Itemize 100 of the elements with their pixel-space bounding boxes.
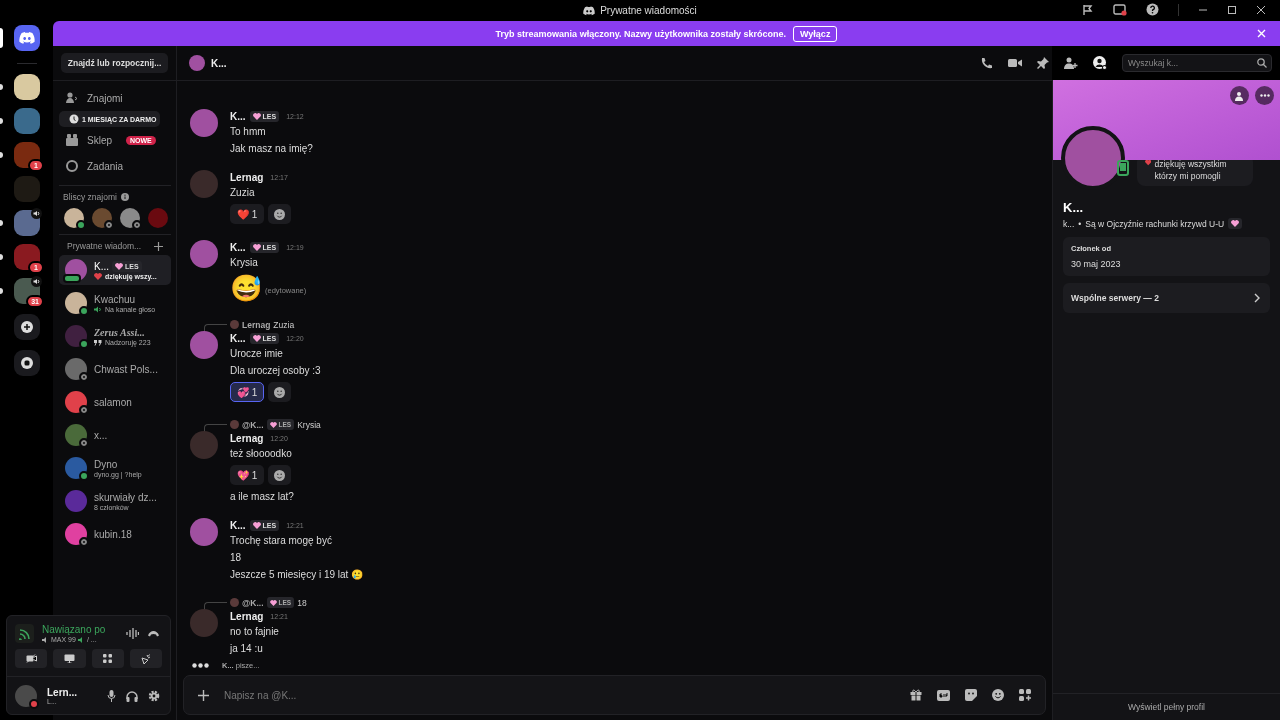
emoji-icon[interactable] <box>992 689 1004 701</box>
maximize-icon[interactable] <box>1227 4 1237 15</box>
message-author[interactable]: Lernag <box>230 432 264 444</box>
reply-author[interactable]: @K... <box>242 419 264 430</box>
shop-icon <box>65 133 79 147</box>
more-button[interactable] <box>1255 86 1274 105</box>
nav-item[interactable]: Znajomi <box>59 85 171 111</box>
add-reaction-button[interactable] <box>268 204 292 224</box>
message-author[interactable]: K... <box>230 110 246 122</box>
friend-avatar[interactable] <box>92 208 112 228</box>
user-avatar[interactable] <box>15 685 37 707</box>
message-text: Jak masz na imię? <box>230 142 313 156</box>
user-avatar[interactable] <box>190 240 218 268</box>
add-friend-icon <box>1234 90 1245 101</box>
help-icon[interactable] <box>1146 3 1159 16</box>
gift-icon[interactable] <box>910 689 922 701</box>
heart-icon <box>269 421 277 428</box>
nav-item[interactable]: Zadania <box>59 153 171 179</box>
gif-icon[interactable] <box>937 689 950 701</box>
message-input-box[interactable]: Napisz na @K... <box>183 675 1046 715</box>
compass-icon <box>20 357 33 369</box>
add-reaction-button[interactable] <box>268 382 292 402</box>
dm-item[interactable]: Chwast Pols... <box>59 354 171 384</box>
reaction-button[interactable]: 💖 1 <box>230 465 265 485</box>
plus-icon[interactable] <box>154 241 163 251</box>
settings-icon[interactable] <box>148 690 160 702</box>
microphone-icon[interactable] <box>107 690 116 702</box>
message-text: Trochę stara mogę być <box>230 534 333 548</box>
heart-icon <box>252 243 261 251</box>
discover-button[interactable] <box>13 350 40 376</box>
find-conversation-button[interactable]: Znajdź lub rozpocznij... <box>60 53 169 73</box>
heart-icon <box>115 262 123 270</box>
pin-icon[interactable] <box>1037 57 1049 69</box>
close-icon[interactable] <box>1256 4 1266 15</box>
message-input[interactable]: Napisz na @K... <box>224 687 895 703</box>
add-reaction-button[interactable] <box>268 465 292 485</box>
search-icon <box>1257 58 1267 68</box>
headphones-icon[interactable] <box>126 690 138 702</box>
disable-button[interactable]: Wyłącz <box>793 25 838 42</box>
reply-author[interactable]: @K... <box>242 597 264 608</box>
screen-share-button[interactable] <box>53 649 86 668</box>
message-author[interactable]: K... <box>230 332 246 344</box>
user-avatar[interactable] <box>190 331 218 359</box>
message-author[interactable]: Lernag <box>230 171 264 183</box>
reaction-button[interactable]: 💞 1 <box>230 382 265 402</box>
reply-avatar <box>230 420 239 429</box>
soundwave-icon[interactable] <box>126 628 139 639</box>
add-friend-icon[interactable] <box>1064 57 1078 69</box>
video-icon[interactable] <box>1008 58 1022 68</box>
friend-avatar[interactable] <box>120 208 140 228</box>
profile-username: k... <box>1063 218 1075 229</box>
dm-name: salamon <box>94 396 132 408</box>
emoji-icon <box>274 208 286 220</box>
discord-logo-icon <box>583 5 596 16</box>
profile-icon[interactable] <box>1093 56 1107 70</box>
speaker-icon <box>77 636 85 643</box>
mutual-servers-button[interactable]: Wspólne serwery — 2 <box>1063 283 1270 313</box>
more-icon <box>1259 94 1270 97</box>
section-heading: Bliscy znajomi <box>63 192 117 202</box>
message-author[interactable]: K... <box>230 519 246 531</box>
search-field[interactable]: Wyszukaj k... <box>1122 54 1272 72</box>
flag-icon[interactable] <box>1082 3 1094 16</box>
reaction-button[interactable]: ❤ 1 <box>230 204 265 224</box>
dm-item[interactable]: salamon <box>59 387 171 417</box>
dm-name: Chwast Pols... <box>94 363 158 375</box>
friend-avatar[interactable] <box>64 208 84 228</box>
clock-icon <box>69 114 79 124</box>
quote-icon <box>94 338 102 346</box>
user-avatar[interactable] <box>190 518 218 546</box>
sticker-icon[interactable] <box>965 689 977 701</box>
message-author[interactable]: Lernag <box>230 610 264 622</box>
camera-button[interactable] <box>15 649 48 668</box>
message-text: Krysia <box>230 256 259 270</box>
profile-name: K... <box>1063 200 1085 215</box>
nav-label: Sklep <box>87 134 112 146</box>
activities-button[interactable] <box>91 649 124 668</box>
soundboard-button[interactable] <box>129 649 162 668</box>
view-full-profile-link[interactable]: Wyświetl pełny profil <box>1128 702 1205 712</box>
user-avatar[interactable] <box>190 109 218 137</box>
dm-name: x... <box>94 429 108 441</box>
server-icon[interactable] <box>13 74 40 100</box>
plus-icon[interactable] <box>198 689 209 701</box>
dm-item[interactable]: kubin.18 <box>59 519 171 549</box>
add-server-button[interactable] <box>13 314 40 340</box>
home-button[interactable] <box>13 25 40 51</box>
reply-text: Krysia <box>297 419 321 430</box>
dm-name: kubin.18 <box>94 528 132 540</box>
discord-logo-icon <box>18 32 35 44</box>
reply-author[interactable]: Lernag <box>242 319 271 330</box>
dm-item[interactable]: x... <box>59 420 171 450</box>
message-author[interactable]: K... <box>230 241 246 253</box>
hang-up-icon[interactable] <box>147 630 160 637</box>
add-friend-button[interactable] <box>1230 86 1249 105</box>
profile-bio: Są w Ojczyźnie rachunki krzywd U-U <box>1085 218 1225 229</box>
dm-name: Zerus Assi... <box>94 326 145 338</box>
screen-icon[interactable] <box>1113 3 1127 16</box>
message-text: też słoooodko <box>230 447 293 461</box>
phone-icon[interactable] <box>980 56 993 70</box>
dm-name: skurwiały dz... <box>94 491 157 503</box>
apps-icon[interactable] <box>1019 689 1031 701</box>
